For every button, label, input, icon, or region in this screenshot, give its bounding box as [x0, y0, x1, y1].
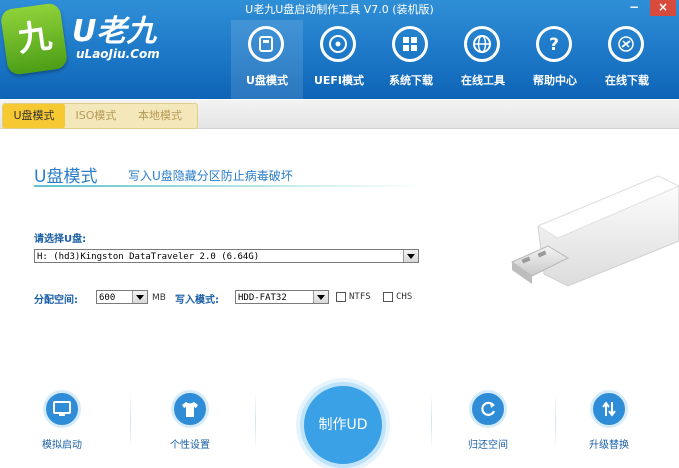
disk-select[interactable]: H: (hd3)Kingston DataTraveler 2.0 (6.64G… — [34, 249, 419, 263]
nav-online-download[interactable]: 在线下载 — [591, 20, 663, 99]
write-mode-value: HDD-FAT32 — [238, 293, 287, 303]
download-icon — [608, 26, 644, 62]
tab-local-mode[interactable]: 本地模式 — [127, 104, 193, 128]
mode-title: U盘模式 — [34, 167, 98, 187]
usb-drive-illustration — [508, 166, 679, 300]
divider — [555, 392, 556, 450]
chevron-down-icon[interactable] — [132, 291, 147, 303]
title-underline — [34, 185, 422, 187]
make-usb-button[interactable]: 制作UD — [300, 382, 386, 468]
alloc-space-value: 600 — [99, 293, 116, 303]
header-bar: U老九U盘启动制作工具 V7.0 (装机版) − × 九 U老九 uLaoJiu… — [0, 0, 679, 99]
refresh-icon — [469, 390, 507, 428]
divider — [431, 392, 432, 450]
up-down-arrows-icon — [590, 390, 628, 428]
usb-drive-icon — [248, 26, 284, 62]
restore-space-label: 归还空间 — [468, 440, 508, 451]
write-mode-label: 写入模式: — [175, 295, 219, 306]
logo-text: U老九 — [72, 14, 157, 49]
select-disk-label: 请选择U盘: — [34, 234, 87, 245]
nav-uefi-mode[interactable]: UEFI模式 — [303, 20, 375, 99]
alloc-unit: MB — [152, 293, 166, 303]
nav-help-center[interactable]: ? 帮助中心 — [519, 20, 591, 99]
simulate-boot-label: 模拟启动 — [42, 440, 82, 451]
chevron-down-icon[interactable] — [403, 250, 418, 262]
monitor-icon — [43, 390, 81, 428]
nav-label: 在线下载 — [605, 74, 649, 87]
chs-label: CHS — [396, 292, 413, 302]
nav-label: U盘模式 — [246, 74, 288, 87]
divider — [255, 392, 256, 450]
svg-text:?: ? — [549, 35, 559, 54]
ntfs-label: NTFS — [349, 292, 371, 302]
nav-label: 在线工具 — [461, 74, 505, 87]
question-icon: ? — [536, 26, 572, 62]
chs-checkbox[interactable] — [383, 292, 393, 302]
make-usb-label: 制作UD — [318, 417, 368, 433]
logo-subtext: uLaoJiu.Com — [76, 47, 160, 61]
globe-icon — [464, 26, 500, 62]
mode-description: 写入U盘隐藏分区防止病毒破坏 — [128, 169, 293, 183]
alloc-space-select[interactable]: 600 — [96, 290, 148, 304]
disc-icon — [320, 26, 356, 62]
personalize-label: 个性设置 — [170, 440, 210, 451]
windows-logo-icon — [392, 26, 428, 62]
ntfs-checkbox[interactable] — [336, 292, 346, 302]
tshirt-icon — [171, 390, 209, 428]
alloc-space-label: 分配空间: — [34, 295, 78, 306]
nav-usb-mode[interactable]: U盘模式 — [231, 20, 303, 99]
tab-group: U盘模式 ISO模式 本地模式 — [2, 103, 198, 129]
nav-label: 系统下载 — [389, 74, 433, 87]
nav-system-download[interactable]: 系统下载 — [375, 20, 447, 99]
logo-icon: 九 — [0, 2, 69, 76]
disk-select-value: H: (hd3)Kingston DataTraveler 2.0 (6.64G… — [37, 252, 260, 262]
chevron-down-icon[interactable] — [313, 291, 328, 303]
mode-tab-bar: U盘模式 ISO模式 本地模式 — [0, 100, 679, 129]
tab-iso-mode[interactable]: ISO模式 — [67, 104, 125, 128]
write-mode-select[interactable]: HDD-FAT32 — [235, 290, 329, 304]
tab-usb-mode[interactable]: U盘模式 — [3, 104, 65, 128]
minimize-button[interactable]: − — [621, 0, 647, 16]
nav-label: UEFI模式 — [313, 74, 365, 87]
divider — [130, 392, 131, 450]
upgrade-label: 升级替换 — [589, 440, 629, 451]
logo-glyph: 九 — [15, 15, 55, 61]
close-button[interactable]: × — [650, 0, 676, 16]
nav-online-tools[interactable]: 在线工具 — [447, 20, 519, 99]
nav-label: 帮助中心 — [533, 74, 577, 87]
